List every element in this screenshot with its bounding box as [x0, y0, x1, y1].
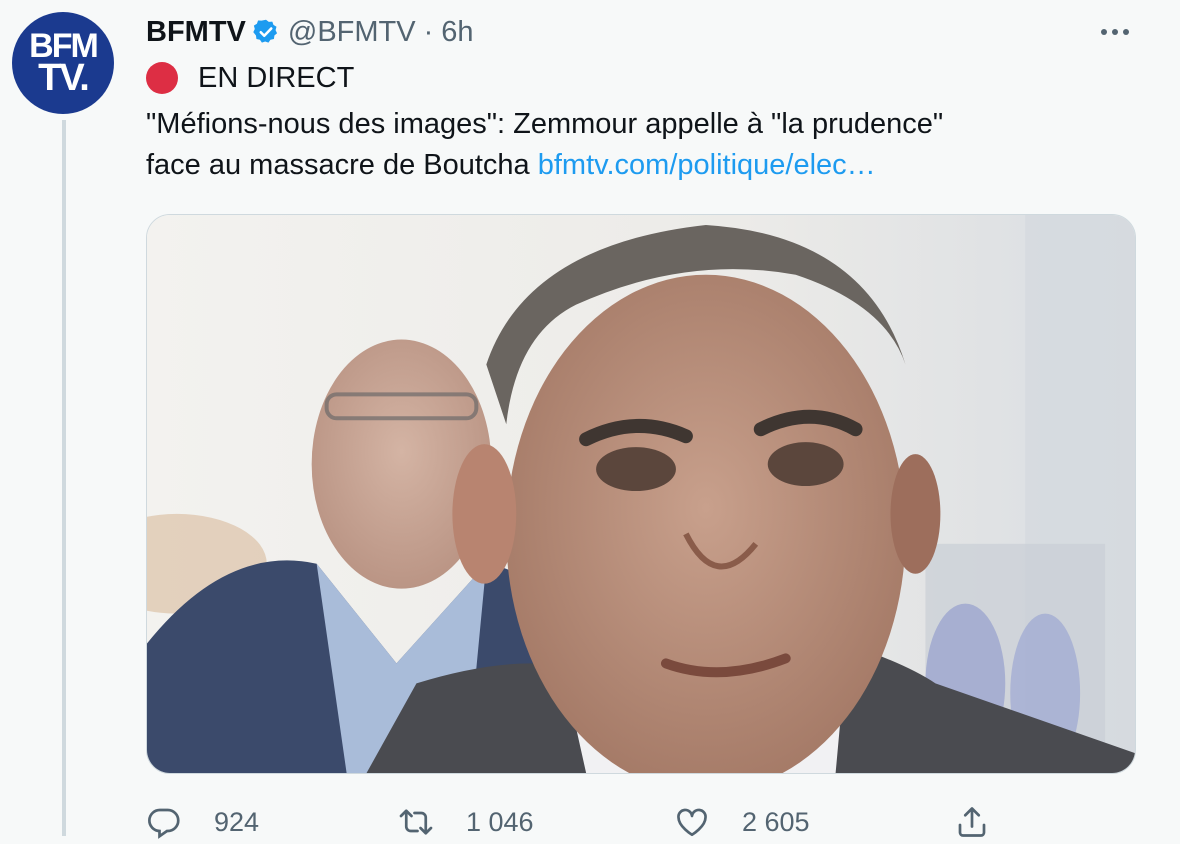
avatar-text-line2: TV. — [38, 57, 90, 100]
tweet-text-line2: face au massacre de Boutcha bfmtv.com/po… — [146, 145, 1146, 186]
retweet-icon — [399, 809, 433, 835]
tweet-text-line2-content: face au massacre de Boutcha — [146, 149, 538, 181]
verified-badge-icon — [253, 19, 277, 43]
photo-image — [147, 215, 1135, 773]
share-icon — [958, 807, 986, 837]
author-name[interactable]: BFMTV — [146, 16, 246, 49]
tweet-header: BFMTV @BFMTV · 6h — [146, 12, 474, 52]
retweet-button[interactable]: 1 046 — [398, 800, 534, 844]
timestamp[interactable]: 6h — [441, 16, 473, 49]
reply-icon — [148, 808, 180, 839]
separator-dot: · — [423, 15, 434, 48]
tweet-media-photo[interactable] — [146, 214, 1136, 774]
red-circle-icon — [146, 62, 178, 94]
tweet-link[interactable]: bfmtv.com/politique/elec… — [538, 149, 876, 181]
like-button[interactable]: 2 605 — [674, 800, 810, 844]
tweet-actions: 924 1 046 2 605 — [146, 800, 1146, 844]
like-count: 2 605 — [742, 806, 810, 837]
tweet-text-line1: "Méfions-nous des images": Zemmour appel… — [146, 108, 944, 140]
live-indicator: EN DIRECT — [146, 58, 354, 98]
heart-icon — [677, 808, 707, 837]
author-handle[interactable]: @BFMTV — [288, 16, 416, 49]
reply-count: 924 — [214, 806, 260, 837]
reply-button[interactable]: 924 — [146, 800, 259, 844]
more-options-icon[interactable] — [1092, 14, 1138, 50]
tweet[interactable]: BFM TV. BFMTV @BFMTV · 6h EN DIRECT "Méf… — [0, 0, 1180, 839]
share-button[interactable] — [954, 800, 1022, 844]
live-label: EN DIRECT — [198, 61, 355, 94]
retweet-count: 1 046 — [466, 806, 534, 837]
tweet-text: "Méfions-nous des images": Zemmour appel… — [146, 104, 1146, 186]
thread-line — [62, 120, 66, 836]
avatar[interactable]: BFM TV. — [12, 12, 114, 114]
